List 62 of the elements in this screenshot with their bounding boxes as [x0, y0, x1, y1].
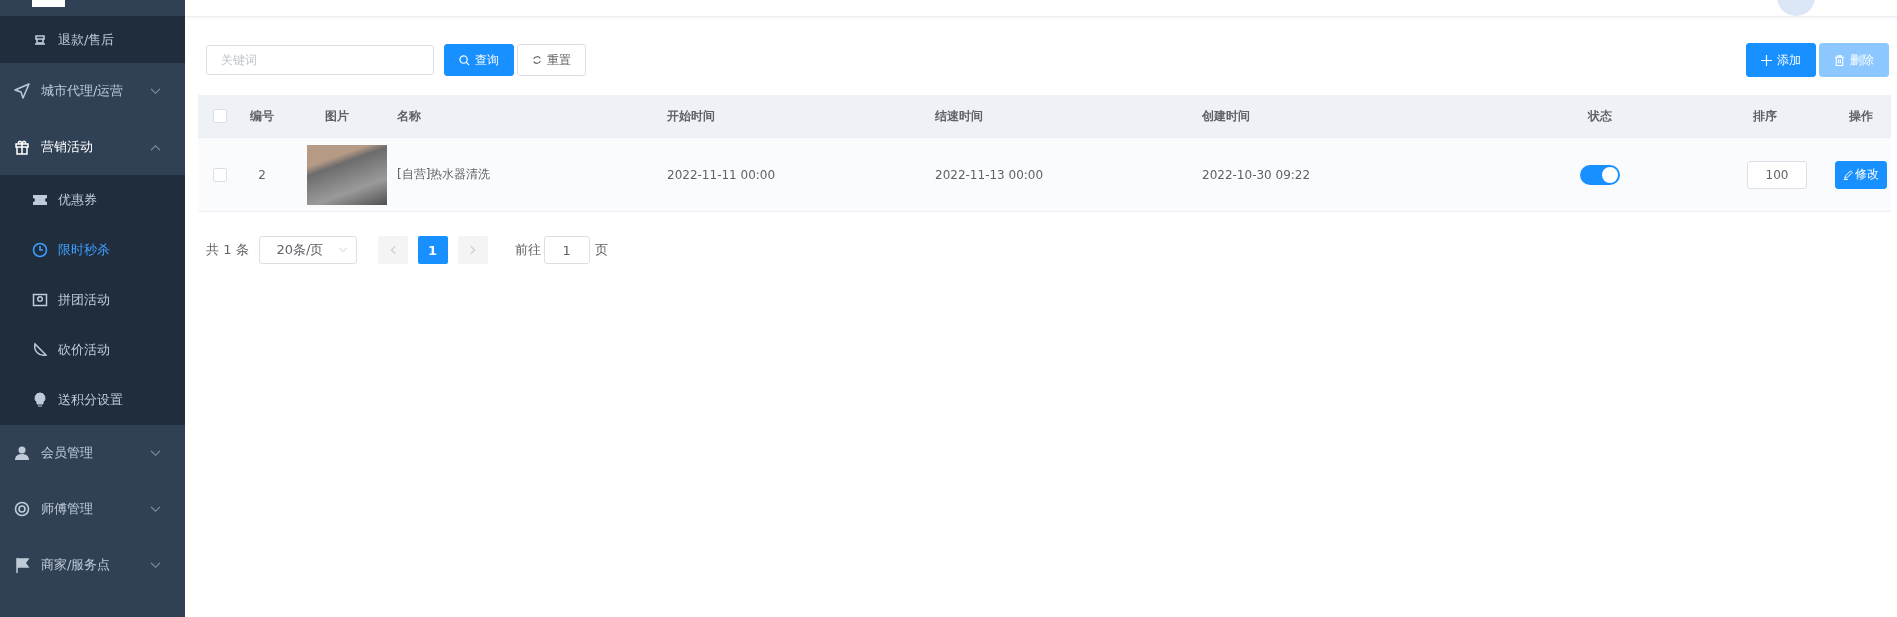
- sidebar-item[interactable]: 商家/服务点: [0, 537, 185, 593]
- sidebar-item-label: 营销活动: [41, 138, 94, 156]
- page-suffix: 页: [594, 241, 608, 259]
- reset-button[interactable]: 重置: [517, 44, 586, 76]
- column-header: 开始时间: [667, 107, 715, 125]
- column-header: 名称: [397, 107, 421, 125]
- sidebar-item-label: 城市代理/运营: [41, 82, 125, 100]
- flag-icon: [14, 557, 30, 573]
- plus-icon: [1761, 54, 1772, 66]
- trash-icon: [1834, 54, 1845, 66]
- row-checkbox[interactable]: [213, 167, 227, 182]
- chevron-down-icon: [150, 505, 161, 513]
- next-page-button[interactable]: [457, 236, 488, 264]
- select-all-checkbox[interactable]: [213, 109, 227, 123]
- goto-label: 前往: [514, 241, 541, 259]
- table-cell: [自营]热水器清洗: [397, 166, 491, 183]
- user-icon: [14, 445, 30, 461]
- picture-icon: [32, 292, 48, 308]
- column-header: 图片: [325, 107, 349, 125]
- pencil-icon: [1842, 169, 1853, 180]
- chevron-down-icon: [150, 561, 161, 569]
- page-size-select[interactable]: 20条/页: [258, 236, 357, 264]
- column-header: 操作: [1848, 107, 1873, 125]
- table-cell: 2022-11-11 00:00: [667, 167, 776, 182]
- logo-placeholder: [32, 0, 65, 7]
- total-count: 共 1 条: [206, 241, 249, 259]
- chevron-up-icon: [150, 143, 161, 151]
- previous-page-button[interactable]: [377, 236, 408, 264]
- sidebar-item[interactable]: 城市代理/运营: [0, 63, 185, 119]
- chevron-right-icon: [469, 245, 476, 255]
- refresh-icon: [532, 55, 542, 65]
- search-field[interactable]: 关键词: [206, 45, 434, 75]
- status-toggle[interactable]: [1580, 164, 1620, 185]
- column-header: 结速时间: [935, 107, 983, 125]
- sidebar-subitem[interactable]: 退款/售后: [0, 16, 185, 63]
- table-cell: 2022-11-13 00:00: [935, 167, 1044, 182]
- sidebar-item[interactable]: 师傅管理: [0, 481, 185, 537]
- chevron-down-icon: [150, 449, 161, 457]
- column-header: 状态: [1588, 107, 1612, 125]
- goto-page-field[interactable]: 1: [543, 236, 590, 264]
- watermelon-icon: [32, 342, 48, 358]
- search-icon: [459, 54, 470, 66]
- sidebar-item-label: 商家/服务点: [41, 556, 112, 574]
- sidebar-item[interactable]: 营销活动: [0, 119, 185, 175]
- gift-icon: [14, 139, 30, 155]
- sidebar-item-label: 会员管理: [41, 444, 94, 462]
- sidebar-item-label: 师傅管理: [41, 500, 94, 518]
- clock-icon: [32, 242, 48, 258]
- column-header: 排序: [1753, 107, 1777, 125]
- sort-field[interactable]: 100: [1747, 160, 1807, 189]
- table-cell: 2022-10-30 09:22: [1202, 167, 1311, 182]
- send-icon: [14, 83, 30, 99]
- sidebar-item[interactable]: 会员管理: [0, 425, 185, 481]
- chevron-left-icon: [389, 245, 396, 255]
- chevron-down-icon: [337, 247, 348, 253]
- lifebuoy-icon: [14, 501, 30, 517]
- ticket-icon: [32, 192, 48, 208]
- chevron-down-icon: [150, 87, 161, 95]
- column-header: 编号: [250, 107, 274, 125]
- bulb-icon: [32, 392, 48, 408]
- column-header: 创建时间: [1202, 107, 1250, 125]
- table-cell: 2: [258, 167, 266, 182]
